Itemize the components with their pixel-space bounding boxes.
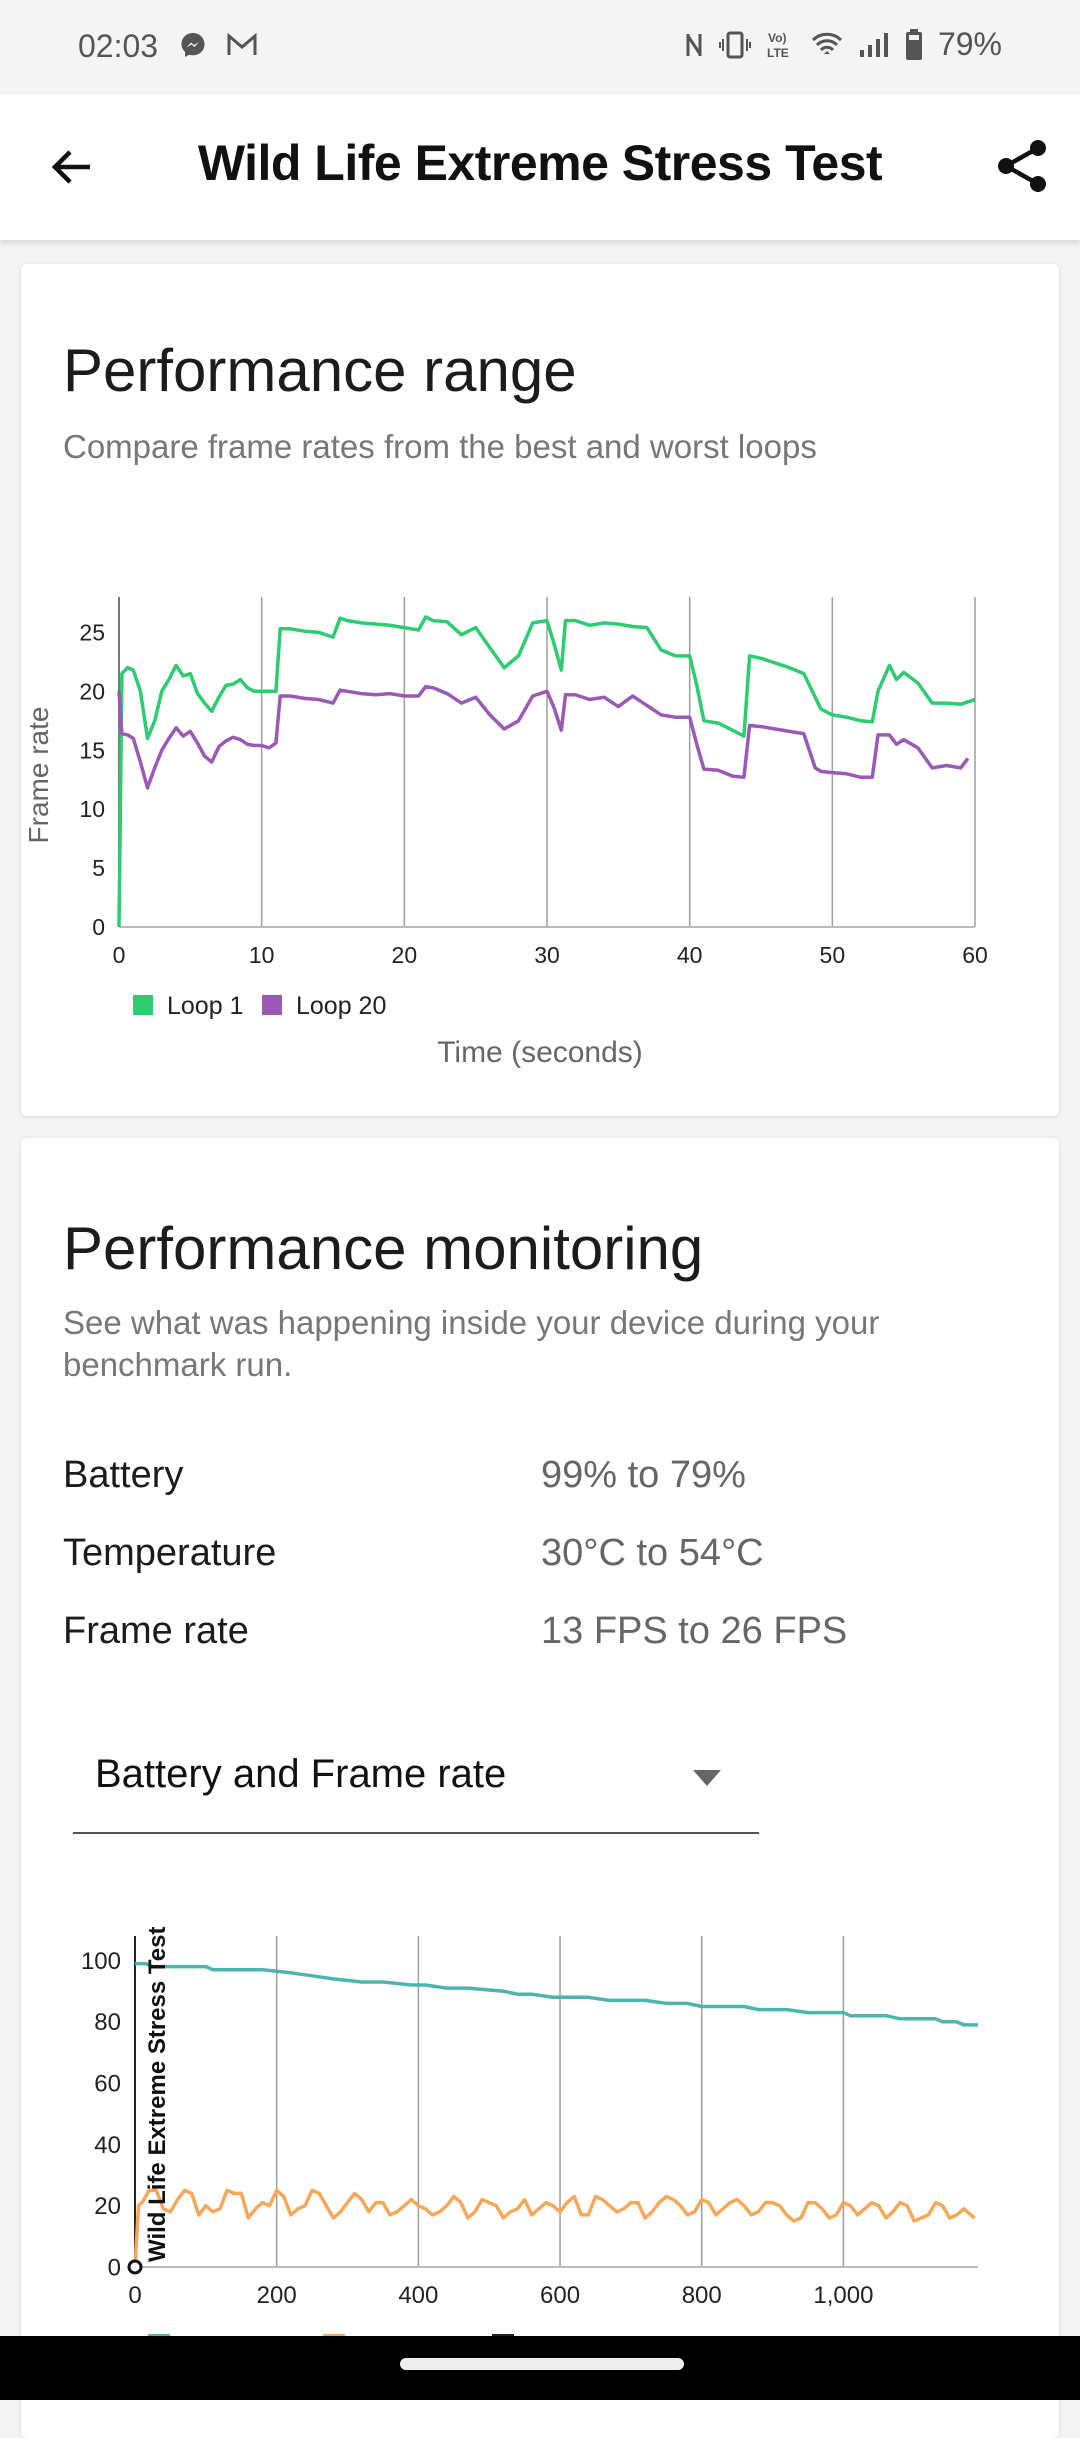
navigation-bar — [0, 2336, 1080, 2400]
page-title: Wild Life Extreme Stress Test — [197, 135, 883, 191]
y-tick-label: 0 — [108, 2254, 121, 2281]
battery-framerate-chart: 0 200 400 600 800 1,000 0 20 40 60 80 100 Wild Life … — [81, 1927, 978, 2344]
performance-range-card: Performance range Compare frame rates fr… — [21, 264, 1059, 1116]
x-tick-label: 40 — [677, 942, 703, 968]
y-tick-label: 40 — [94, 2132, 121, 2159]
x-tick-label: 1,000 — [813, 2282, 873, 2309]
y-tick-label: 15 — [79, 737, 105, 763]
x-tick-label: 0 — [128, 2282, 141, 2309]
battery-icon — [905, 28, 922, 60]
volte-icon: Vo)LTE — [767, 31, 789, 60]
y-tick-label: 80 — [94, 2009, 121, 2036]
x-tick-label: 10 — [249, 942, 275, 968]
performance-monitoring-card: Performance monitoring See what was happ… — [21, 1138, 1059, 2438]
vibrate-icon — [718, 31, 751, 58]
status-time: 02:03 — [78, 28, 159, 64]
share-icon[interactable] — [992, 136, 1052, 196]
series-line-battery — [135, 1961, 978, 2027]
wifi-icon — [811, 32, 843, 54]
app-bar: Wild Life Extreme Stress Test — [0, 94, 1080, 240]
frame-rate-chart: 0 10 20 30 40 50 60 0 5 10 15 20 25 Frame rate Time (s… — [23, 597, 988, 1069]
legend-label: Loop 20 — [296, 992, 386, 1020]
x-tick-label: 600 — [540, 2282, 580, 2309]
status-bar: 02:03 Vo) LTE 79% — [0, 0, 1080, 94]
legend-swatch — [262, 995, 282, 1015]
y-tick-label: 0 — [92, 914, 105, 940]
home-gesture-handle[interactable] — [400, 2358, 684, 2370]
battery-percent: 79% — [937, 26, 1002, 62]
start-marker — [127, 2259, 143, 2275]
annotation-label: Wild Life Extreme Stress Test — [144, 1927, 171, 2262]
y-axis-title: Frame rate — [23, 707, 54, 844]
signal-icon — [859, 32, 888, 57]
x-tick-label: 200 — [257, 2282, 297, 2309]
nfc-icon — [686, 33, 702, 56]
x-axis-title: Time (seconds) — [437, 1036, 643, 1069]
x-tick-label: 0 — [113, 942, 126, 968]
y-tick-label: 20 — [94, 2193, 121, 2220]
gmail-icon — [227, 32, 257, 55]
y-tick-label: 10 — [79, 796, 105, 822]
y-tick-label: 20 — [79, 678, 105, 704]
x-tick-label: 50 — [820, 942, 846, 968]
y-tick-label: 5 — [92, 855, 105, 881]
x-tick-label: 800 — [682, 2282, 722, 2309]
legend-label: Loop 1 — [167, 992, 243, 1020]
x-tick-label: 400 — [398, 2282, 438, 2309]
y-tick-label: 100 — [81, 1948, 121, 1975]
svg-text:Vo): Vo) — [768, 31, 786, 45]
y-tick-label: 25 — [79, 619, 105, 645]
svg-text:LTE: LTE — [767, 46, 789, 60]
x-tick-label: 30 — [534, 942, 560, 968]
x-tick-label: 60 — [962, 942, 988, 968]
x-tick-label: 20 — [392, 942, 418, 968]
series-line-loop-20 — [117, 684, 970, 790]
y-tick-label: 60 — [94, 2071, 121, 2098]
messenger-icon — [181, 33, 205, 57]
legend-swatch — [133, 995, 153, 1015]
series-line-frame-rate — [133, 2188, 976, 2268]
